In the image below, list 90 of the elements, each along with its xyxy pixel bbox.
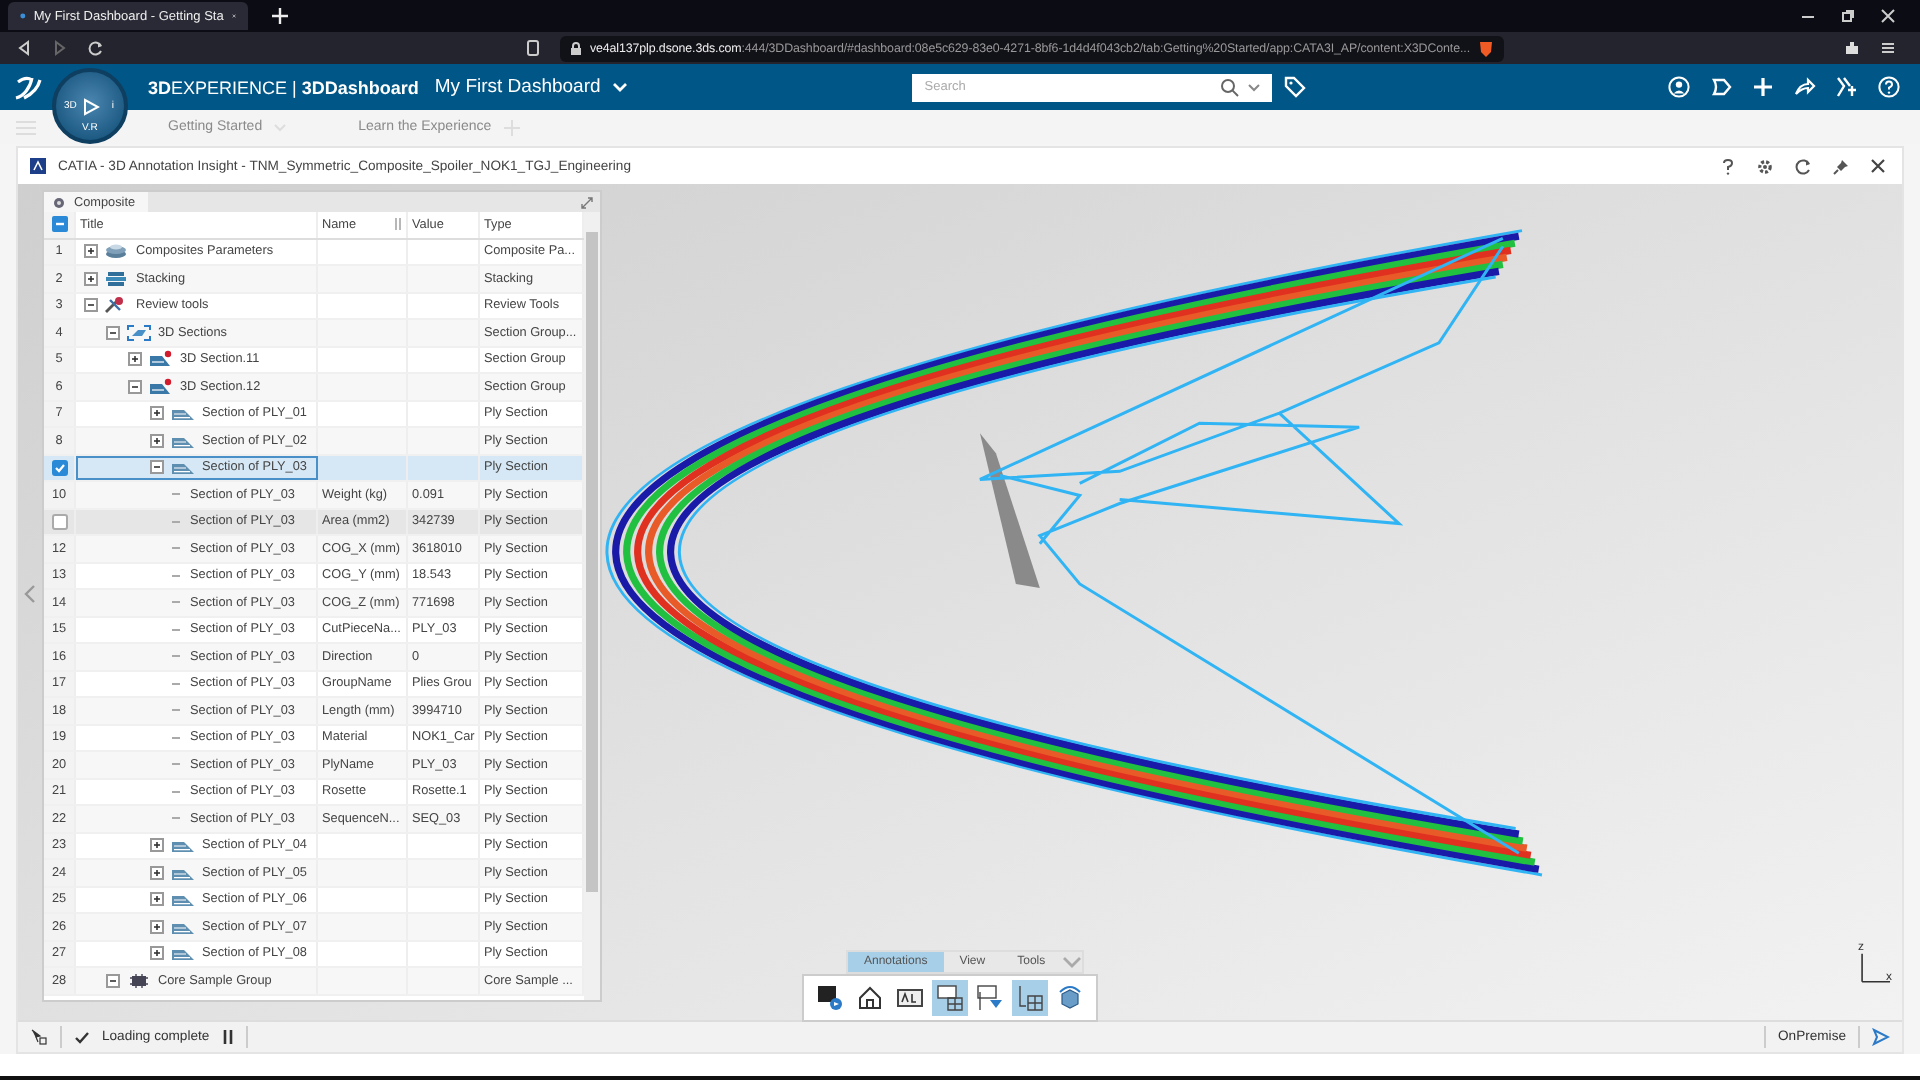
cube-rotate-icon (1056, 984, 1084, 1012)
annotation-filter-icon (976, 984, 1004, 1012)
lock-icon (569, 41, 582, 55)
pin-icon[interactable] (1832, 157, 1850, 175)
toolbar-button[interactable] (932, 980, 968, 1016)
expand-toggle[interactable] (84, 298, 98, 313)
expand-toggle[interactable] (84, 244, 98, 259)
tag-icon[interactable] (1284, 76, 1307, 98)
tree-line (172, 573, 184, 578)
tree-line (172, 627, 184, 632)
new-tab-icon[interactable] (272, 8, 288, 24)
tree-line (172, 681, 184, 686)
tree-line (172, 708, 184, 713)
scrollbar[interactable] (584, 212, 600, 1000)
expand-toggle[interactable] (150, 946, 164, 961)
section-wedge-icon (148, 350, 174, 369)
close-icon[interactable] (1870, 158, 1886, 174)
chip-icon (126, 971, 152, 990)
globe-icon (20, 8, 26, 24)
expand-toggle[interactable] (106, 325, 120, 340)
ply-wedge-icon (170, 458, 196, 477)
home-icon (856, 984, 884, 1012)
ply-wedge-icon (170, 404, 196, 423)
extensions-icon[interactable] (1844, 40, 1860, 56)
ply-wedge-icon (170, 890, 196, 909)
refresh-icon[interactable] (1794, 157, 1812, 175)
scrollbar-thumb[interactable] (586, 232, 598, 892)
expand-toggle[interactable] (150, 433, 164, 448)
tree-line (172, 492, 184, 497)
text-label-icon (896, 984, 924, 1012)
forward-icon[interactable] (52, 40, 68, 56)
expand-toggle[interactable] (84, 271, 98, 286)
search-icon[interactable] (1220, 77, 1241, 97)
section-wedge-icon (148, 377, 174, 396)
reload-icon[interactable] (88, 40, 104, 56)
expand-toggle[interactable] (150, 460, 164, 475)
shield-icon[interactable] (1478, 39, 1494, 57)
tree-line (172, 816, 184, 821)
help-icon[interactable] (1720, 157, 1736, 175)
axis-triad-icon (1861, 952, 1891, 983)
send-icon[interactable] (1872, 1028, 1890, 1046)
expand-toggle[interactable] (150, 919, 164, 934)
tools-icon[interactable] (1836, 76, 1858, 98)
pause-icon[interactable] (221, 1030, 234, 1044)
row-checkbox[interactable] (51, 459, 67, 476)
user-icon[interactable] (1668, 76, 1690, 98)
tree-line (172, 519, 184, 524)
platform-title: 3DEXPERIENCE | 3DDashboard (148, 77, 419, 97)
expand-toggle[interactable] (128, 379, 142, 394)
tree-line (172, 600, 184, 605)
ply-wedge-icon (170, 944, 196, 963)
annotation-grid-icon (936, 984, 964, 1012)
annotation-table-icon (1016, 984, 1044, 1012)
expand-toggle[interactable] (106, 973, 120, 988)
pointer-icon[interactable] (30, 1028, 48, 1046)
toolbar-button[interactable] (812, 980, 848, 1016)
ply-wedge-icon (170, 836, 196, 855)
tree-line (172, 789, 184, 794)
play-icon (81, 97, 99, 115)
select-all-icon[interactable] (51, 216, 67, 233)
gear-icon (52, 195, 66, 209)
expand-toggle[interactable] (150, 406, 164, 421)
spoiler-section-drawing[interactable] (606, 229, 1543, 877)
expand-toggle[interactable] (150, 892, 164, 907)
settings-icon[interactable] (1756, 157, 1774, 175)
caret-icon[interactable] (1248, 83, 1261, 91)
stack-icon (104, 269, 130, 288)
app-icon (30, 158, 46, 174)
restore-icon[interactable] (1840, 8, 1856, 24)
tree-line (172, 762, 184, 767)
expand-icon[interactable] (580, 195, 594, 209)
expand-toggle[interactable] (150, 865, 164, 880)
expand-toggle[interactable] (128, 352, 142, 367)
layers-icon (104, 242, 130, 261)
check-icon (74, 1029, 90, 1045)
tree-line (172, 735, 184, 740)
help-icon[interactable] (1878, 76, 1900, 98)
bookmark-icon[interactable] (525, 40, 540, 56)
plus-icon[interactable] (1752, 76, 1774, 98)
menu-icon[interactable] (1880, 40, 1896, 56)
monitor-icon (816, 984, 844, 1012)
dashboard-menu[interactable]: My First Dashboard (434, 76, 601, 98)
expand-toggle[interactable] (150, 838, 164, 853)
tree-line (172, 654, 184, 659)
row-checkbox[interactable] (51, 513, 67, 530)
tree-line (172, 546, 184, 551)
brand-logo-icon[interactable] (12, 73, 44, 101)
back-icon[interactable] (16, 40, 32, 56)
section-frame-icon (126, 323, 152, 342)
share-icon[interactable] (1794, 76, 1816, 98)
